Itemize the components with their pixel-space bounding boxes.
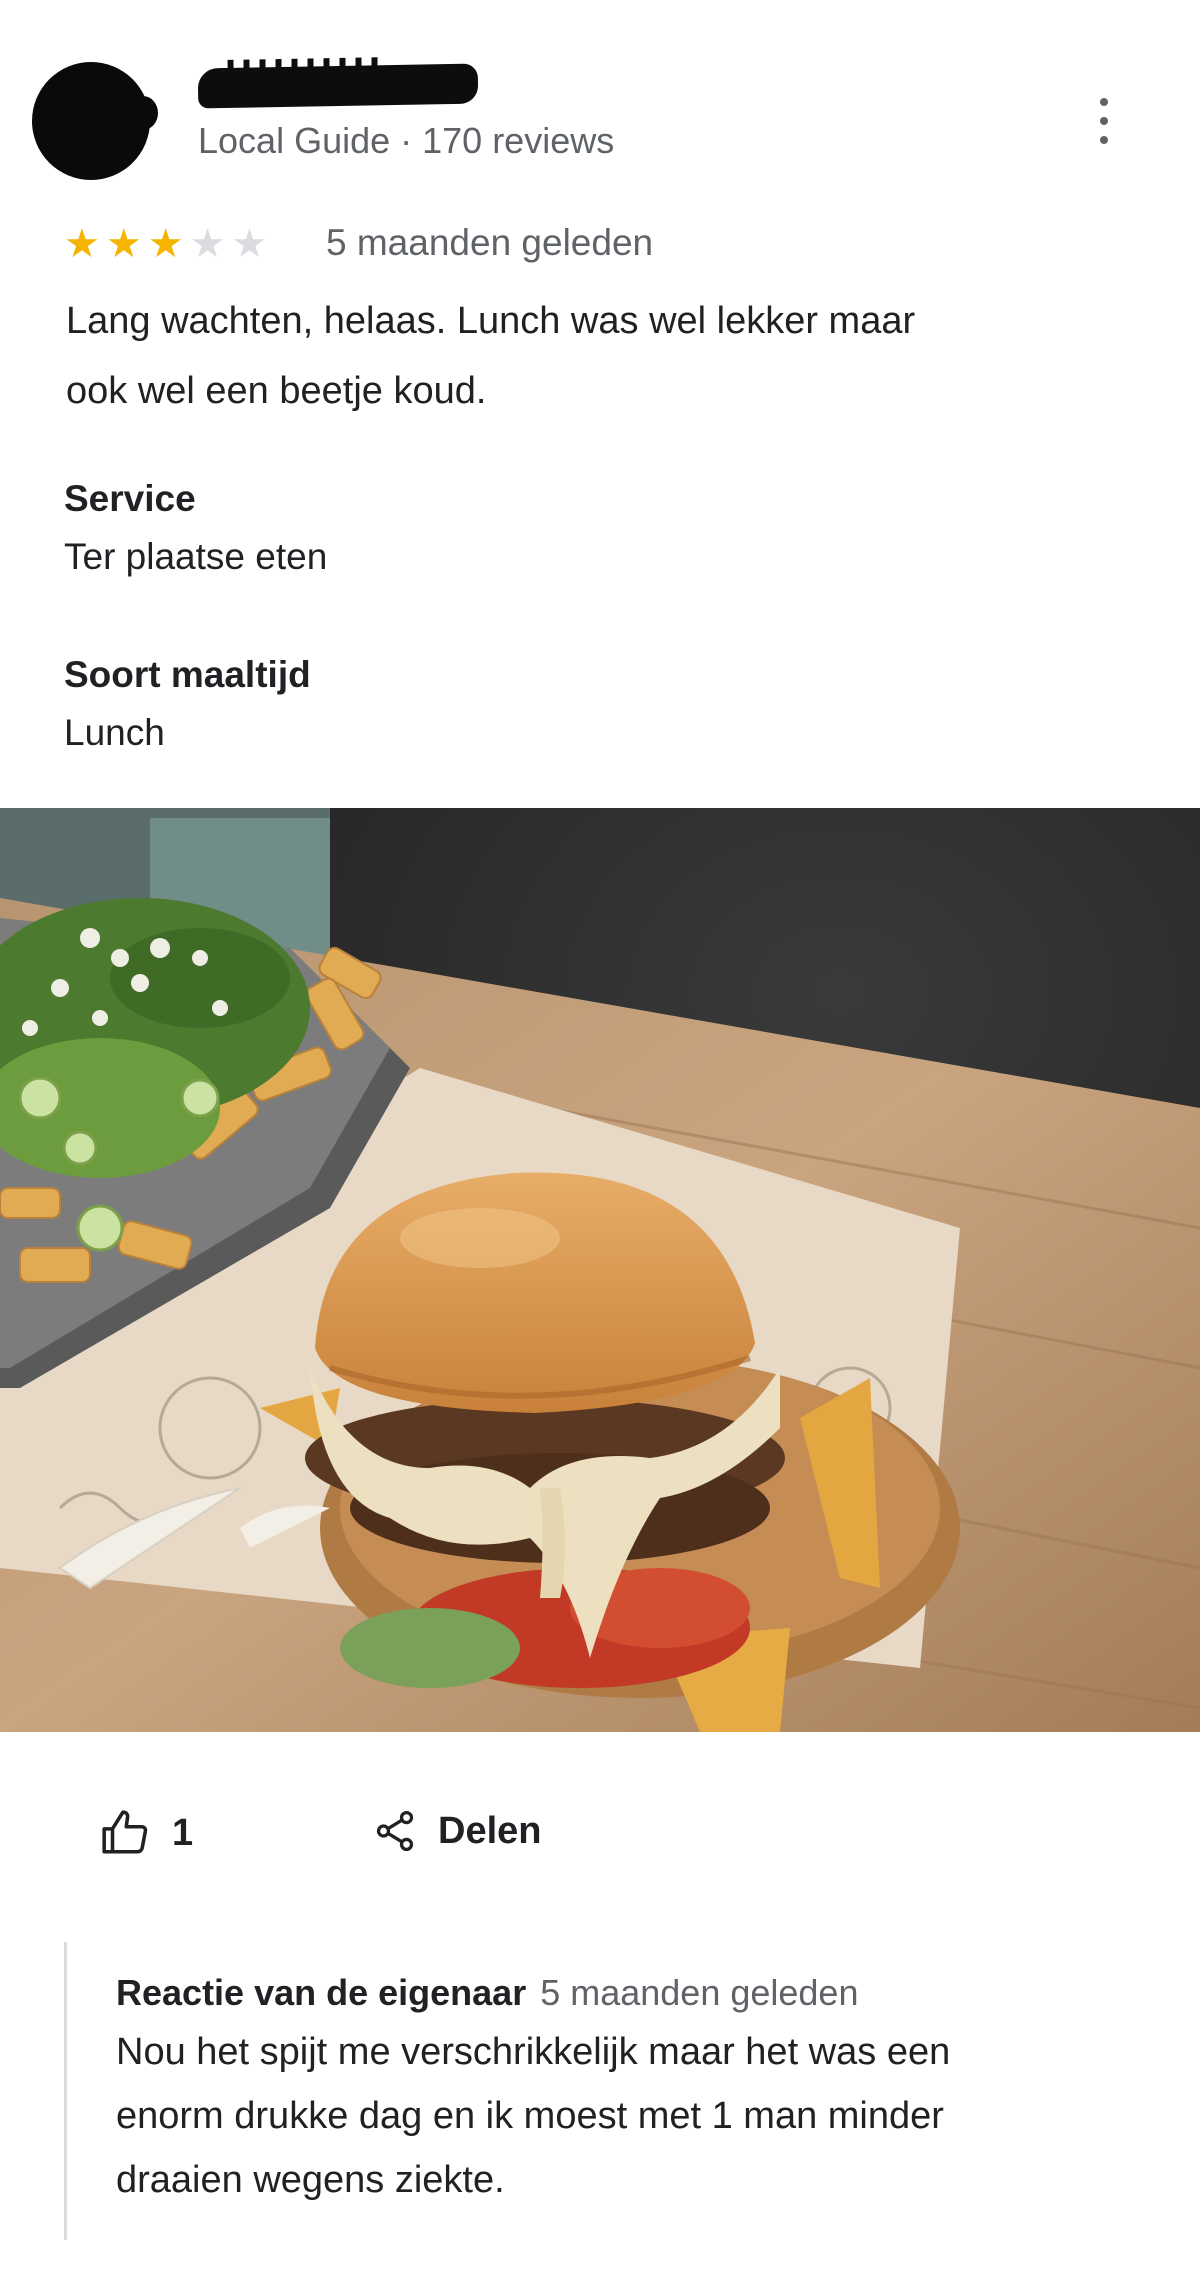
review-text: Lang wachten, helaas. Lunch was wel lekk… [66,286,1146,426]
share-label: Delen [438,1809,542,1852]
share-icon [376,1810,414,1852]
star-icon: ★ [231,222,268,266]
star-icon: ★ [189,222,226,266]
reviewer-name-redacted[interactable] [197,63,479,109]
attribute-label-meal-type: Soort maaltijd [64,654,311,695]
attribute-value-service: Ter plaatse eten [64,536,328,577]
attribute-label-service: Service [64,478,196,519]
star-icon: ★ [147,222,184,266]
review-text-line: Lang wachten, helaas. Lunch was wel lekk… [66,300,916,342]
owner-reply-text: Nou het spijt me verschrikkelijk maar he… [116,2020,1096,2212]
thumb-up-icon [102,1810,148,1854]
review-photo[interactable] [0,808,1200,1732]
owner-reply-time: 5 maanden geleden [540,1972,859,2013]
star-icon: ★ [105,222,142,266]
like-button[interactable]: 1 [100,1808,193,1858]
owner-reply-line: enorm drukke dag en ik moest met 1 man m… [116,2095,944,2137]
star-rating: ★ ★ ★ ★ ★ [64,222,267,266]
reviewer-meta: Local Guide · 170 reviews [198,120,615,161]
share-button[interactable]: Delen [372,1808,541,1854]
star-icon: ★ [64,222,100,266]
reply-divider [64,1942,67,2240]
review-time: 5 maanden geleden [326,222,654,263]
more-vert-icon[interactable] [1094,98,1114,144]
owner-reply-title: Reactie van de eigenaar [116,1972,527,2013]
review-text-line: ook wel een beetje koud. [66,370,487,412]
avatar[interactable] [32,62,158,180]
like-count: 1 [172,1811,194,1854]
owner-reply-line: Nou het spijt me verschrikkelijk maar he… [116,2031,951,2073]
owner-reply-line: draaien wegens ziekte. [116,2159,505,2201]
owner-reply-header: Reactie van de eigenaar 5 maanden geleden [116,1972,858,2014]
attribute-value-meal-type: Lunch [64,712,165,753]
